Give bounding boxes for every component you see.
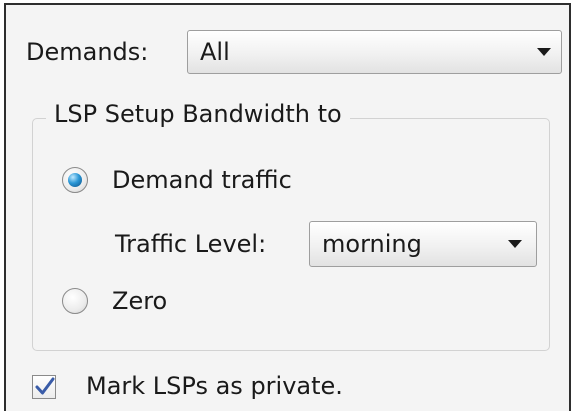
dialog-panel: Demands: All LSP Setup Bandwidth to Dema… — [4, 3, 571, 411]
zero-radio[interactable] — [62, 288, 88, 314]
chevron-down-icon[interactable] — [508, 240, 522, 248]
traffic-level-dropdown-value: morning — [322, 230, 422, 258]
radio-selected-dot — [68, 173, 82, 187]
mark-private-checkbox[interactable] — [32, 375, 56, 399]
chevron-down-icon[interactable] — [537, 48, 551, 56]
traffic-level-label: Traffic Level: — [115, 230, 267, 258]
demands-label: Demands: — [26, 38, 149, 66]
traffic-level-dropdown[interactable]: morning — [309, 221, 537, 267]
demand-traffic-radio[interactable] — [62, 167, 88, 193]
demand-traffic-label[interactable]: Demand traffic — [112, 166, 292, 194]
zero-label[interactable]: Zero — [112, 287, 167, 315]
demands-dropdown-value: All — [200, 38, 230, 66]
group-title: LSP Setup Bandwidth to — [46, 99, 350, 129]
demands-dropdown[interactable]: All — [187, 30, 562, 74]
checkmark-icon — [35, 377, 55, 395]
mark-private-label[interactable]: Mark LSPs as private. — [86, 372, 343, 400]
